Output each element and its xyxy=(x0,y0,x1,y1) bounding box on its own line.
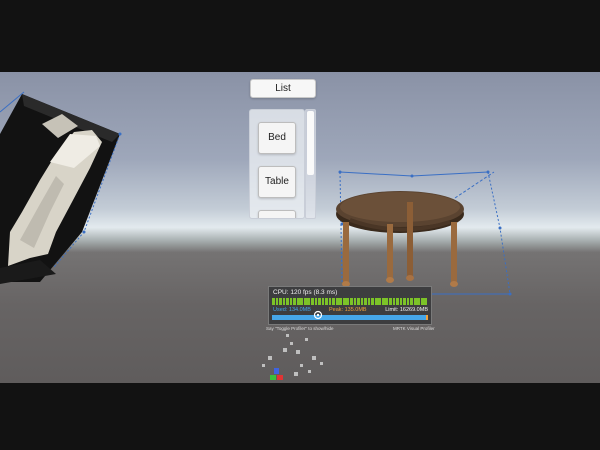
frame-bar-graph xyxy=(272,298,428,305)
frame-bar xyxy=(293,298,296,305)
cursor-icon xyxy=(313,310,323,320)
frame-bar xyxy=(378,298,382,305)
frame-bar xyxy=(406,298,410,305)
memory-bar xyxy=(272,315,428,320)
frame-bar xyxy=(318,298,321,305)
frame-bar xyxy=(275,298,279,305)
table-model[interactable] xyxy=(336,170,512,296)
particle-cluster xyxy=(262,334,323,376)
frame-bar xyxy=(381,298,385,305)
frame-bar xyxy=(417,298,421,305)
frame-bar xyxy=(353,298,357,305)
list-item-partial[interactable] xyxy=(258,210,296,218)
frame-bar xyxy=(371,298,374,305)
frame-bar xyxy=(325,298,328,305)
memory-peak-marker xyxy=(426,315,428,320)
frame-bar xyxy=(286,298,289,305)
frame-bar xyxy=(335,298,339,305)
frame-bar xyxy=(311,298,314,305)
visual-profiler: CPU: 120 fps (8.3 ms) Used: 134.0MB Peak… xyxy=(268,286,432,325)
frame-bar xyxy=(279,298,282,305)
memory-peak-label: Peak: 135.0MB xyxy=(329,307,367,313)
list-scrollbar[interactable] xyxy=(305,109,316,219)
frame-bar xyxy=(342,298,346,305)
frame-bar xyxy=(272,298,275,305)
list-header[interactable]: List xyxy=(250,79,316,98)
frame-bar xyxy=(424,298,428,305)
frame-bar xyxy=(364,298,367,305)
frame-bar xyxy=(413,298,417,305)
frame-bar xyxy=(282,298,286,305)
frame-bar xyxy=(420,298,424,305)
couch-model[interactable] xyxy=(0,91,122,284)
axis-gizmo-icon xyxy=(270,368,283,380)
memory-used-fill xyxy=(272,315,427,320)
profiler-hint: Say "Toggle Profiler" to show/hide xyxy=(266,326,334,331)
cpu-readout: CPU: 120 fps (8.3 ms) xyxy=(273,289,338,296)
list-scroll-thumb[interactable] xyxy=(307,111,314,175)
frame-bar xyxy=(403,298,406,305)
frame-bar xyxy=(307,298,311,305)
memory-limit-label: Limit: 16269.0MB xyxy=(385,307,428,313)
frame-bar xyxy=(396,298,399,305)
frame-bar xyxy=(346,298,350,305)
frame-bar xyxy=(314,298,318,305)
list-panel: Bed Table xyxy=(249,109,305,219)
letterbox-top xyxy=(0,0,600,72)
profiler-title: MRTK Visual Profiler xyxy=(393,326,435,331)
frame-bar xyxy=(303,298,307,305)
scene-viewport[interactable]: List Bed Table CPU: 120 fps (8.3 ms) Use… xyxy=(0,72,600,383)
frame-bar xyxy=(289,298,293,305)
frame-bar xyxy=(367,298,371,305)
frame-bar xyxy=(374,298,378,305)
frame-bar xyxy=(350,298,353,305)
frame-bar xyxy=(339,298,343,305)
memory-used-label: Used: 134.0MB xyxy=(273,307,311,313)
frame-bar xyxy=(360,298,364,305)
frame-bar xyxy=(300,298,304,305)
frame-bar xyxy=(321,298,325,305)
letterbox-bottom xyxy=(0,383,600,450)
frame-bar xyxy=(399,298,403,305)
frame-bar xyxy=(385,298,389,305)
frame-bar xyxy=(328,298,332,305)
list-item-bed[interactable]: Bed xyxy=(258,122,296,154)
list-item-table[interactable]: Table xyxy=(258,166,296,198)
frame-bar xyxy=(392,298,396,305)
frame-bar xyxy=(410,298,413,305)
frame-bar xyxy=(357,298,360,305)
frame-bar xyxy=(332,298,335,305)
frame-bar xyxy=(296,298,300,305)
frame-bar xyxy=(389,298,392,305)
table-bounds xyxy=(339,171,511,295)
